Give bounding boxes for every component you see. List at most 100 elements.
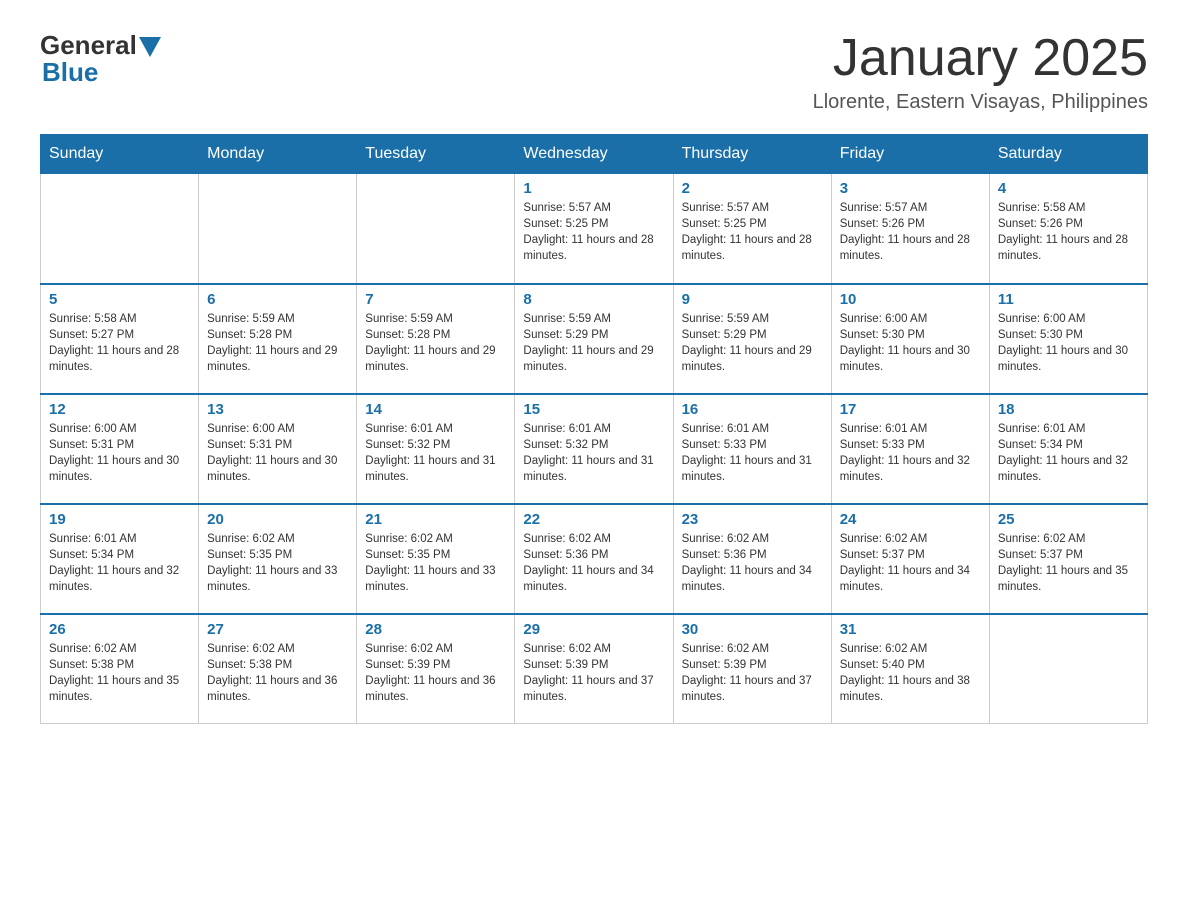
location-title: Llorente, Eastern Visayas, Philippines: [813, 91, 1148, 114]
table-row: 17 Sunrise: 6:01 AMSunset: 5:33 PMDayligh…: [831, 394, 989, 504]
day-number: 7: [365, 291, 506, 308]
day-number: 3: [840, 180, 981, 197]
day-number: 26: [49, 621, 190, 638]
day-info: Sunrise: 6:02 AMSunset: 5:38 PMDaylight:…: [49, 641, 190, 705]
table-row: 27 Sunrise: 6:02 AMSunset: 5:38 PMDayligh…: [199, 614, 357, 724]
day-info: Sunrise: 5:57 AMSunset: 5:25 PMDaylight:…: [523, 200, 664, 264]
table-row: 6Sunrise: 5:59 AMSunset: 5:28 PMDaylight…: [199, 284, 357, 394]
table-row: 24 Sunrise: 6:02 AMSunset: 5:37 PMDayligh…: [831, 504, 989, 614]
table-row: 10Sunrise: 6:00 AMSunset: 5:30 PMDayligh…: [831, 284, 989, 394]
col-header-sunday: Sunday: [41, 135, 199, 174]
table-row: 13 Sunrise: 6:00 AMSunset: 5:31 PMDayligh…: [199, 394, 357, 504]
day-info: Sunrise: 6:02 AMSunset: 5:36 PMDaylight:…: [523, 531, 664, 595]
day-info: Sunrise: 6:02 AMSunset: 5:37 PMDaylight:…: [998, 531, 1139, 595]
table-row: 11 Sunrise: 6:00 AMSunset: 5:30 PMDayligh…: [989, 284, 1147, 394]
day-number: 8: [523, 291, 664, 308]
table-row: 31 Sunrise: 6:02 AMSunset: 5:40 PMDayligh…: [831, 614, 989, 724]
table-row: 7Sunrise: 5:59 AMSunset: 5:28 PMDaylight…: [357, 284, 515, 394]
day-info: Sunrise: 6:02 AMSunset: 5:40 PMDaylight:…: [840, 641, 981, 705]
calendar-week-row: 19 Sunrise: 6:01 AMSunset: 5:34 PMDayligh…: [41, 504, 1148, 614]
day-number: 30: [682, 621, 823, 638]
day-info: Sunrise: 6:01 AMSunset: 5:34 PMDaylight:…: [998, 421, 1139, 485]
table-row: [357, 174, 515, 284]
table-row: 20 Sunrise: 6:02 AMSunset: 5:35 PMDayligh…: [199, 504, 357, 614]
table-row: 8 Sunrise: 5:59 AMSunset: 5:29 PMDaylight…: [515, 284, 673, 394]
col-header-monday: Monday: [199, 135, 357, 174]
table-row: 4Sunrise: 5:58 AMSunset: 5:26 PMDaylight…: [989, 174, 1147, 284]
day-number: 22: [523, 511, 664, 528]
day-number: 23: [682, 511, 823, 528]
table-row: [989, 614, 1147, 724]
table-row: 18 Sunrise: 6:01 AMSunset: 5:34 PMDayligh…: [989, 394, 1147, 504]
col-header-saturday: Saturday: [989, 135, 1147, 174]
table-row: 14 Sunrise: 6:01 AMSunset: 5:32 PMDayligh…: [357, 394, 515, 504]
table-row: 19 Sunrise: 6:01 AMSunset: 5:34 PMDayligh…: [41, 504, 199, 614]
table-row: [199, 174, 357, 284]
day-info: Sunrise: 6:02 AMSunset: 5:39 PMDaylight:…: [682, 641, 823, 705]
day-number: 17: [840, 401, 981, 418]
calendar-week-row: 12 Sunrise: 6:00 AMSunset: 5:31 PMDayligh…: [41, 394, 1148, 504]
day-info: Sunrise: 6:02 AMSunset: 5:37 PMDaylight:…: [840, 531, 981, 595]
day-info: Sunrise: 5:57 AMSunset: 5:25 PMDaylight:…: [682, 200, 823, 264]
day-number: 27: [207, 621, 348, 638]
table-row: 29Sunrise: 6:02 AMSunset: 5:39 PMDayligh…: [515, 614, 673, 724]
table-row: 22 Sunrise: 6:02 AMSunset: 5:36 PMDayligh…: [515, 504, 673, 614]
day-number: 31: [840, 621, 981, 638]
table-row: 12 Sunrise: 6:00 AMSunset: 5:31 PMDayligh…: [41, 394, 199, 504]
day-info: Sunrise: 6:02 AMSunset: 5:35 PMDaylight:…: [207, 531, 348, 595]
calendar-week-row: 26 Sunrise: 6:02 AMSunset: 5:38 PMDayligh…: [41, 614, 1148, 724]
day-info: Sunrise: 6:00 AMSunset: 5:31 PMDaylight:…: [207, 421, 348, 485]
page-header: General Blue January 2025 Llorente, East…: [40, 30, 1148, 114]
day-number: 19: [49, 511, 190, 528]
day-number: 2: [682, 180, 823, 197]
logo: General Blue: [40, 30, 161, 88]
calendar-week-row: 1 Sunrise: 5:57 AMSunset: 5:25 PMDaylight…: [41, 174, 1148, 284]
day-number: 25: [998, 511, 1139, 528]
day-info: Sunrise: 6:00 AMSunset: 5:30 PMDaylight:…: [998, 311, 1139, 375]
day-number: 1: [523, 180, 664, 197]
day-info: Sunrise: 6:00 AMSunset: 5:31 PMDaylight:…: [49, 421, 190, 485]
day-info: Sunrise: 5:57 AMSunset: 5:26 PMDaylight:…: [840, 200, 981, 264]
table-row: 25 Sunrise: 6:02 AMSunset: 5:37 PMDayligh…: [989, 504, 1147, 614]
table-row: 15Sunrise: 6:01 AMSunset: 5:32 PMDayligh…: [515, 394, 673, 504]
day-number: 4: [998, 180, 1139, 197]
day-number: 14: [365, 401, 506, 418]
day-number: 12: [49, 401, 190, 418]
day-info: Sunrise: 5:59 AMSunset: 5:28 PMDaylight:…: [207, 311, 348, 375]
day-info: Sunrise: 5:58 AMSunset: 5:27 PMDaylight:…: [49, 311, 190, 375]
logo-blue-text: Blue: [42, 57, 98, 88]
table-row: 30 Sunrise: 6:02 AMSunset: 5:39 PMDayligh…: [673, 614, 831, 724]
col-header-tuesday: Tuesday: [357, 135, 515, 174]
month-title: January 2025: [813, 30, 1148, 87]
day-number: 28: [365, 621, 506, 638]
col-header-wednesday: Wednesday: [515, 135, 673, 174]
calendar-week-row: 5Sunrise: 5:58 AMSunset: 5:27 PMDaylight…: [41, 284, 1148, 394]
day-number: 11: [998, 291, 1139, 308]
day-info: Sunrise: 6:02 AMSunset: 5:39 PMDaylight:…: [523, 641, 664, 705]
calendar-header-row: Sunday Monday Tuesday Wednesday Thursday…: [41, 135, 1148, 174]
day-info: Sunrise: 6:02 AMSunset: 5:39 PMDaylight:…: [365, 641, 506, 705]
day-info: Sunrise: 6:02 AMSunset: 5:38 PMDaylight:…: [207, 641, 348, 705]
table-row: 9 Sunrise: 5:59 AMSunset: 5:29 PMDaylight…: [673, 284, 831, 394]
day-info: Sunrise: 6:01 AMSunset: 5:33 PMDaylight:…: [840, 421, 981, 485]
table-row: 1 Sunrise: 5:57 AMSunset: 5:25 PMDaylight…: [515, 174, 673, 284]
day-number: 13: [207, 401, 348, 418]
table-row: 23Sunrise: 6:02 AMSunset: 5:36 PMDayligh…: [673, 504, 831, 614]
day-info: Sunrise: 6:01 AMSunset: 5:32 PMDaylight:…: [365, 421, 506, 485]
day-info: Sunrise: 5:59 AMSunset: 5:29 PMDaylight:…: [523, 311, 664, 375]
day-number: 10: [840, 291, 981, 308]
day-info: Sunrise: 5:59 AMSunset: 5:29 PMDaylight:…: [682, 311, 823, 375]
day-number: 20: [207, 511, 348, 528]
table-row: 16Sunrise: 6:01 AMSunset: 5:33 PMDayligh…: [673, 394, 831, 504]
table-row: 28 Sunrise: 6:02 AMSunset: 5:39 PMDayligh…: [357, 614, 515, 724]
day-number: 18: [998, 401, 1139, 418]
day-info: Sunrise: 6:02 AMSunset: 5:35 PMDaylight:…: [365, 531, 506, 595]
table-row: [41, 174, 199, 284]
day-number: 15: [523, 401, 664, 418]
title-block: January 2025 Llorente, Eastern Visayas, …: [813, 30, 1148, 114]
day-number: 24: [840, 511, 981, 528]
day-info: Sunrise: 6:01 AMSunset: 5:34 PMDaylight:…: [49, 531, 190, 595]
table-row: 2 Sunrise: 5:57 AMSunset: 5:25 PMDaylight…: [673, 174, 831, 284]
day-number: 9: [682, 291, 823, 308]
col-header-thursday: Thursday: [673, 135, 831, 174]
